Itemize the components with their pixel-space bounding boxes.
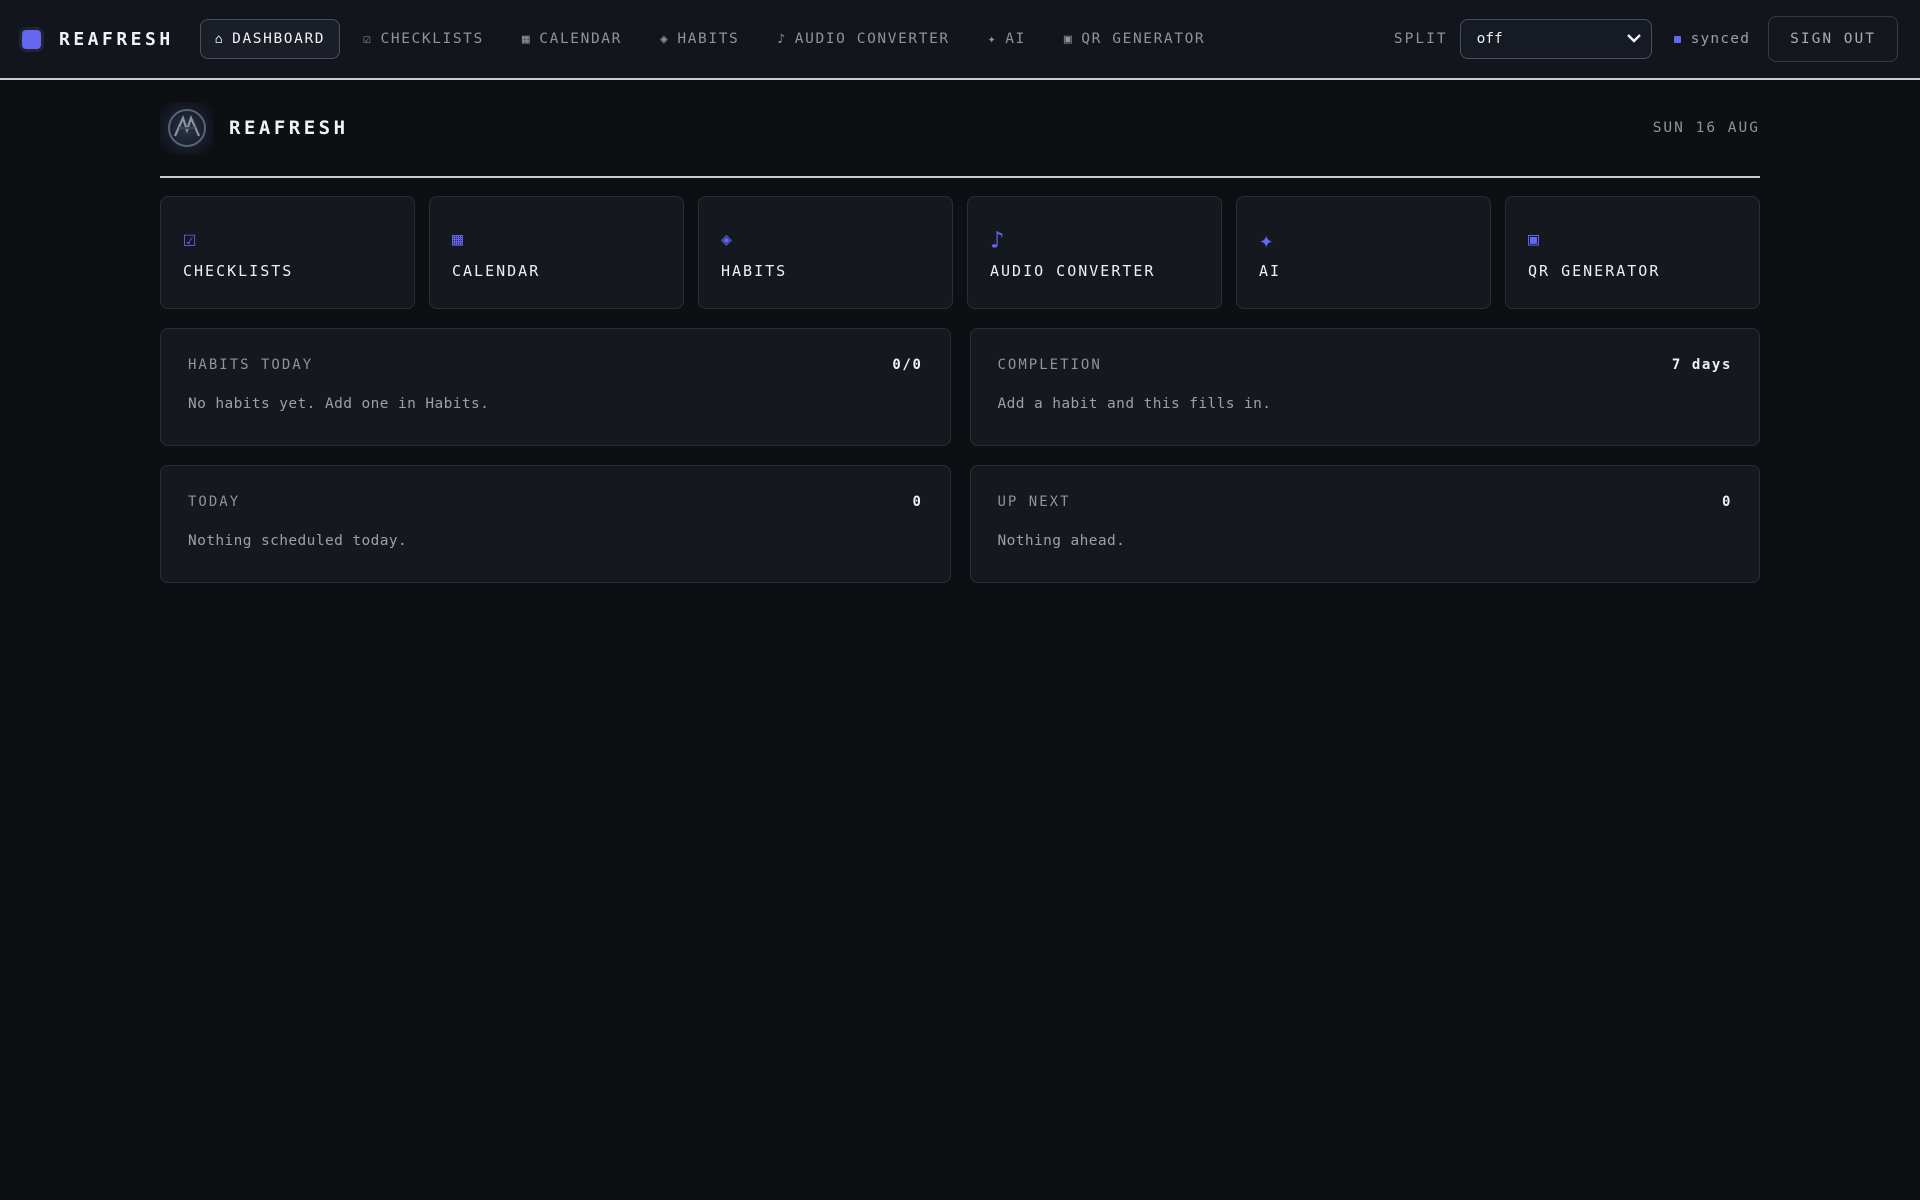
card-value: 0	[912, 494, 923, 510]
nav-item-audio-converter[interactable]: ♪ AUDIO CONVERTER	[762, 19, 964, 59]
nav-item-label: CHECKLISTS	[380, 31, 484, 47]
nav-item-label: QR GENERATOR	[1081, 31, 1206, 47]
nav-item-ai[interactable]: ✦ AI	[973, 19, 1041, 59]
card-value: 0	[1721, 494, 1732, 510]
nav-item-label: DASHBOARD	[232, 31, 326, 47]
sync-status: synced	[1673, 31, 1751, 47]
calendar-icon: ▦	[521, 31, 532, 47]
page-title: REAFRESH	[229, 117, 349, 139]
tile-label: AUDIO CONVERTER	[990, 261, 1156, 280]
split-label: SPLIT	[1393, 31, 1448, 47]
tile-label: QR GENERATOR	[1528, 261, 1661, 280]
card-header: COMPLETION 7 days	[998, 357, 1733, 373]
tile-ai[interactable]: ✦ AI	[1236, 196, 1491, 309]
tile-habits[interactable]: ◈ HABITS	[698, 196, 953, 309]
tile-label: CHECKLISTS	[183, 261, 294, 280]
qr-code-icon: ▣	[1063, 31, 1074, 47]
tile-checklists[interactable]: ☑ CHECKLISTS	[160, 196, 415, 309]
nav-item-label: HABITS	[677, 31, 740, 47]
nav-item-label: AI	[1005, 31, 1026, 47]
calendar-icon: ▦	[452, 229, 463, 250]
topbar-tools: SPLIT off synced SIGN OUT	[1394, 16, 1898, 62]
card-today: TODAY 0 Nothing scheduled today.	[160, 465, 951, 583]
page-header: REAFRESH SUN 16 AUG	[160, 80, 1760, 178]
tile-qr-generator[interactable]: ▣ QR GENERATOR	[1505, 196, 1760, 309]
card-header: HABITS TODAY 0/0	[188, 357, 923, 373]
nav-item-calendar[interactable]: ▦ CALENDAR	[507, 19, 637, 59]
split-select-value: off	[1476, 31, 1503, 47]
brand-logo-icon	[22, 29, 41, 49]
card-title: UP NEXT	[997, 494, 1071, 510]
card-body: Nothing ahead.	[997, 533, 1126, 549]
brand-name: REAFRESH	[59, 28, 174, 50]
nav-item-label: AUDIO CONVERTER	[794, 31, 950, 47]
card-habits-today: HABITS TODAY 0/0 No habits yet. Add one …	[160, 328, 951, 446]
diamond-icon: ◈	[659, 31, 670, 47]
diamond-icon: ◈	[721, 229, 732, 250]
tile-calendar[interactable]: ▦ CALENDAR	[429, 196, 684, 309]
tile-label: CALENDAR	[452, 261, 541, 280]
tile-label: HABITS	[721, 261, 788, 280]
card-title: HABITS TODAY	[188, 357, 314, 373]
nav-item-label: CALENDAR	[539, 31, 622, 47]
card-body: Nothing scheduled today.	[188, 533, 408, 549]
tile-audio-converter[interactable]: ♪ AUDIO CONVERTER	[967, 196, 1222, 309]
summary-cards: HABITS TODAY 0/0 No habits yet. Add one …	[160, 328, 1760, 583]
tile-label: AI	[1259, 261, 1282, 280]
dashboard-page: REAFRESH SUN 16 AUG ☑ CHECKLISTS ▦ CALEN…	[160, 80, 1760, 583]
split-select[interactable]: off	[1459, 19, 1652, 59]
card-value: 7 days	[1671, 357, 1732, 373]
main-nav: ⌂ DASHBOARD ☑ CHECKLISTS ▦ CALENDAR ◈ HA…	[199, 19, 1229, 59]
card-value: 0/0	[892, 357, 923, 373]
sync-status-label: synced	[1690, 31, 1751, 47]
checkbox-icon: ☑	[363, 31, 373, 47]
sync-status-icon	[1673, 35, 1681, 43]
music-note-icon: ♪	[777, 31, 787, 47]
brand[interactable]: REAFRESH	[22, 29, 174, 50]
card-up-next: UP NEXT 0 Nothing ahead.	[969, 465, 1760, 583]
music-note-icon: ♪	[990, 225, 1005, 254]
avatar-logo-icon	[167, 109, 206, 147]
card-header: UP NEXT 0	[998, 494, 1733, 510]
qr-code-icon: ▣	[1528, 229, 1539, 250]
sparkle-icon: ✦	[987, 31, 998, 47]
chevron-down-icon	[1626, 31, 1641, 47]
nav-item-checklists[interactable]: ☑ CHECKLISTS	[348, 19, 499, 59]
nav-item-qr-generator[interactable]: ▣ QR GENERATOR	[1049, 19, 1220, 59]
card-completion: COMPLETION 7 days Add a habit and this f…	[969, 328, 1760, 446]
sparkle-icon: ✦	[1259, 225, 1274, 254]
card-body: No habits yet. Add one in Habits.	[188, 396, 490, 412]
avatar[interactable]	[160, 101, 213, 155]
home-icon: ⌂	[214, 31, 225, 47]
card-body: Add a habit and this fills in.	[997, 396, 1272, 412]
nav-item-dashboard[interactable]: ⌂ DASHBOARD	[199, 19, 341, 59]
top-nav-bar: REAFRESH ⌂ DASHBOARD ☑ CHECKLISTS ▦ CALE…	[0, 0, 1920, 80]
card-header: TODAY 0	[188, 494, 923, 510]
page-date: SUN 16 AUG	[1652, 120, 1760, 136]
quick-launch-tiles: ☑ CHECKLISTS ▦ CALENDAR ◈ HABITS ♪ AUDIO…	[160, 196, 1760, 309]
card-title: COMPLETION	[997, 357, 1102, 373]
card-title: TODAY	[188, 494, 241, 510]
sign-out-button[interactable]: SIGN OUT	[1768, 16, 1898, 62]
nav-item-habits[interactable]: ◈ HABITS	[645, 19, 754, 59]
checkbox-icon: ☑	[183, 227, 197, 252]
